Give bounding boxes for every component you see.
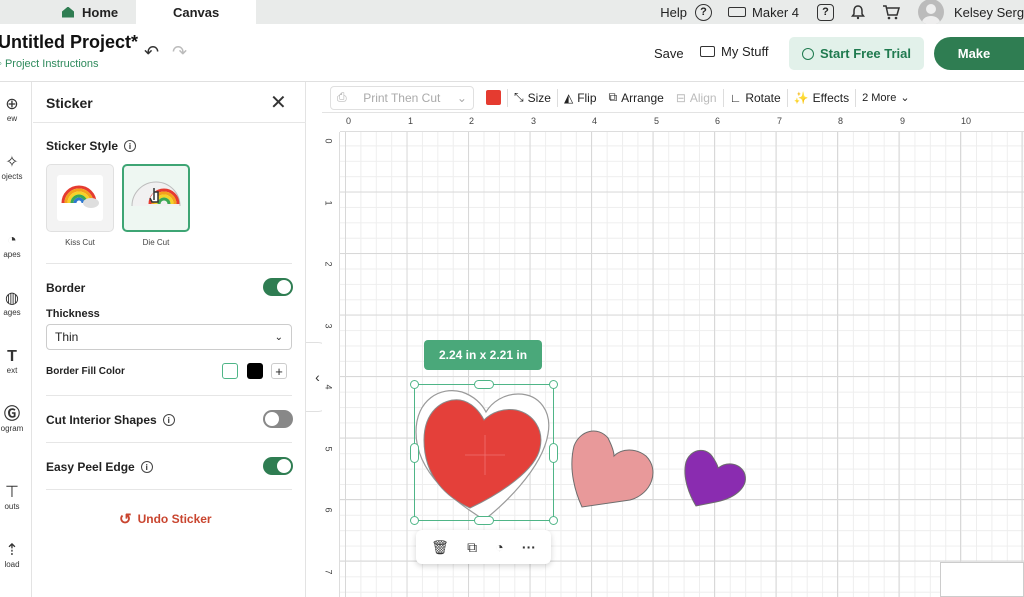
printer-icon: ⎙ — [337, 90, 347, 104]
print-then-cut-select[interactable]: ⎙ Print Then Cut ⌄ — [330, 85, 474, 110]
duplicate-icon[interactable]: ⧉ — [467, 539, 477, 556]
effects-button[interactable]: ✨ Effects — [788, 83, 855, 113]
arrange-icon: ⧉ — [608, 90, 618, 104]
resize-handle[interactable] — [549, 380, 558, 389]
flip-label: Flip — [577, 90, 597, 105]
size-button[interactable]: ⤡ Size — [508, 83, 557, 113]
resize-handle[interactable] — [549, 443, 558, 463]
wand-icon: ✨ — [793, 90, 809, 105]
align-icon: ⊟ — [675, 90, 686, 105]
rotate-icon: ∟ — [729, 90, 742, 105]
resize-handle[interactable] — [410, 443, 419, 463]
more-button[interactable]: 2 More ⌄ — [856, 83, 915, 113]
align-button[interactable]: ⊟ Align — [670, 83, 723, 113]
effects-label: Effects — [812, 90, 850, 105]
size-badge: 2.24 in x 2.21 in — [424, 340, 542, 370]
flip-icon: ◭ — [563, 90, 574, 105]
more-label: 2 More — [862, 91, 897, 104]
selection-box[interactable] — [414, 384, 554, 521]
edit-toolbar: ⎙ Print Then Cut ⌄ ⤡ Size ◭ Flip ⧉ Arrange … — [322, 83, 1024, 113]
flip-button[interactable]: ◭ Flip — [558, 83, 603, 113]
pink-heart[interactable] — [571, 430, 654, 508]
print-then-cut-label: Print Then Cut — [363, 90, 441, 105]
chevron-down-icon: ⌄ — [900, 92, 910, 104]
resize-handle[interactable] — [410, 380, 419, 389]
purple-heart[interactable] — [684, 449, 746, 507]
resize-handle[interactable] — [474, 516, 494, 525]
align-label: Align — [689, 90, 717, 105]
arrange-label: Arrange — [621, 90, 664, 105]
trash-icon[interactable]: 🗑 — [431, 539, 449, 556]
resize-handle[interactable] — [410, 516, 419, 525]
color-picker[interactable] — [480, 83, 507, 113]
arrange-button[interactable]: ⧉ Arrange — [603, 83, 670, 113]
more-icon[interactable]: ··· — [522, 539, 536, 555]
minimap[interactable] — [940, 562, 1024, 597]
resize-handle[interactable] — [474, 380, 494, 389]
rotate-label: Rotate — [745, 90, 781, 105]
chevron-down-icon: ⌄ — [456, 90, 467, 105]
rotate-button[interactable]: ∟ Rotate — [724, 83, 787, 113]
color-swatch — [486, 90, 501, 105]
size-label: Size — [527, 90, 551, 105]
size-icon: ⤡ — [514, 90, 524, 104]
resize-handle[interactable] — [549, 516, 558, 525]
context-menu: 🗑 ⧉ ◔ ··· — [416, 530, 551, 564]
sticker-icon[interactable]: ◔ — [495, 539, 503, 555]
